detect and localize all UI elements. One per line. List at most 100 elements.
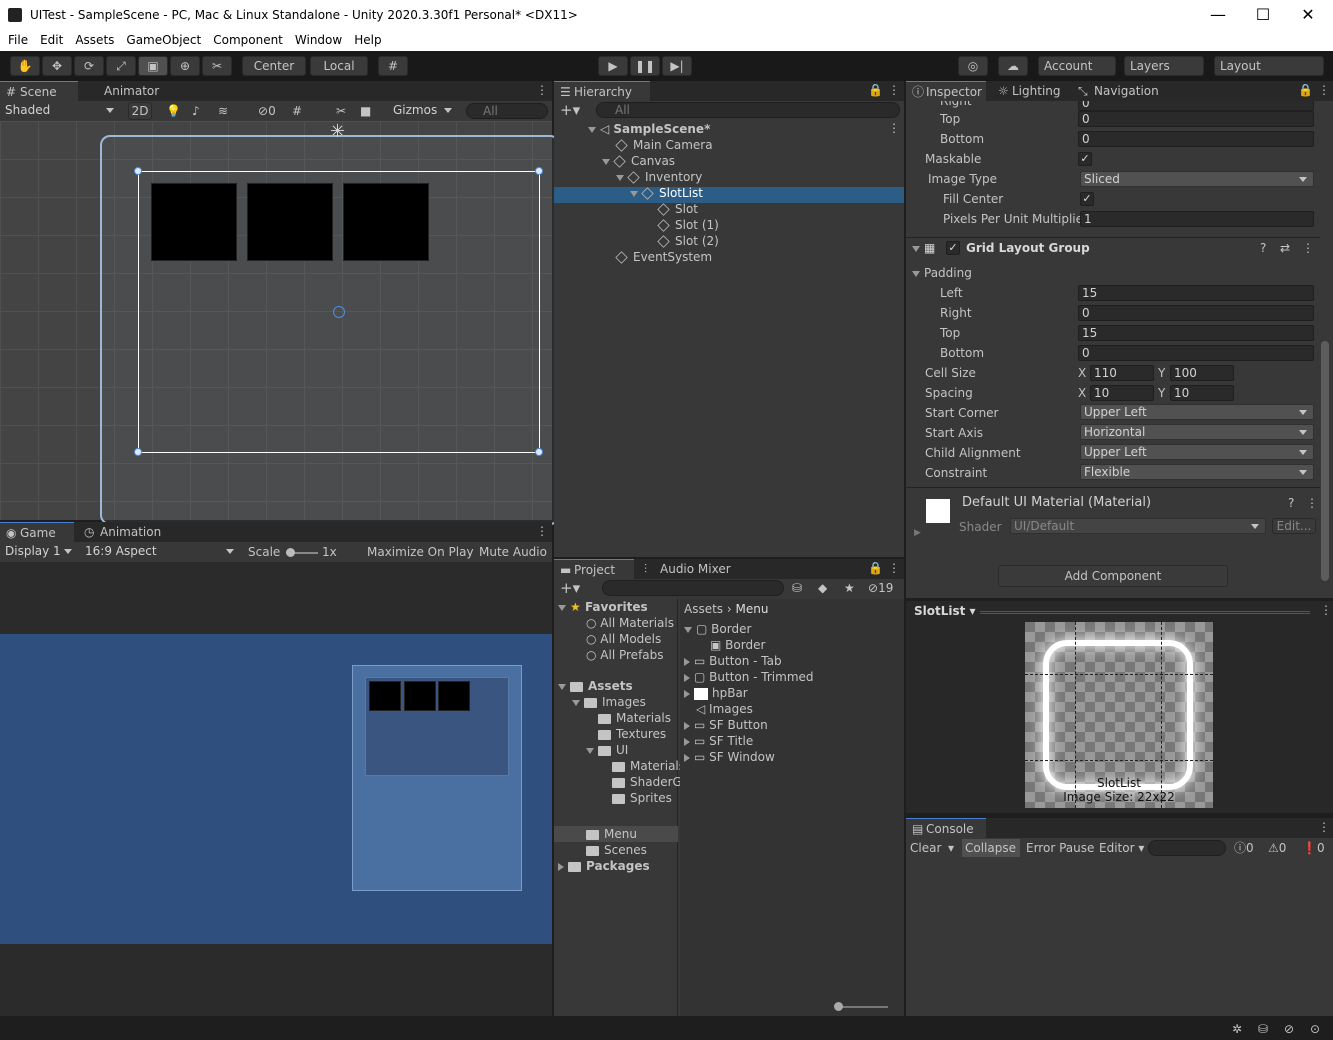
editor-dropdown[interactable]: Editor ▾ [1099, 840, 1144, 856]
file-item[interactable]: ▭ Button - Tab [684, 653, 782, 669]
tree-item[interactable]: Materials [612, 758, 685, 774]
padding-right-field[interactable]: 0 [1078, 305, 1314, 321]
rect-handle[interactable] [535, 167, 543, 175]
tree-item[interactable]: Materials [598, 710, 671, 726]
padding-bottom-field[interactable]: 0 [1078, 345, 1314, 361]
hand-tool-icon[interactable]: ✋ [10, 56, 40, 76]
warning-count-toggle[interactable]: ⚠0 [1268, 840, 1286, 856]
console-collapse-toggle[interactable]: Collapse [965, 840, 1016, 856]
scale-tool-icon[interactable]: ⤢ [106, 56, 136, 76]
border-bottom-field[interactable]: 0 [1078, 131, 1314, 147]
console-search-input[interactable] [1148, 840, 1226, 856]
console-clear-button[interactable]: Clear [910, 840, 941, 856]
breadcrumb-menu[interactable]: Menu [736, 602, 769, 616]
hidden-packages-icon[interactable]: ⊘19 [868, 580, 893, 596]
menu-window[interactable]: Window [287, 31, 346, 47]
start-corner-dropdown[interactable]: Upper Left [1080, 404, 1314, 420]
file-item[interactable]: hpBar [684, 685, 748, 701]
search-by-type-icon[interactable]: ⛁ [792, 580, 802, 596]
tree-item[interactable]: Scenes [586, 842, 647, 858]
info-count-toggle[interactable]: ⓘ0 [1234, 840, 1254, 856]
effects-toggle-icon[interactable]: ≋ [218, 103, 228, 119]
border-right-field[interactable]: 0 [1078, 101, 1314, 111]
tree-item-packages[interactable]: Packages [558, 858, 650, 874]
padding-left-field[interactable]: 15 [1078, 285, 1314, 301]
transform-tool-icon[interactable]: ⊕ [170, 56, 200, 76]
padding-top-field[interactable]: 15 [1078, 325, 1314, 341]
file-item[interactable]: ▣ Border [710, 637, 765, 653]
file-item[interactable]: ▭ SF Window [684, 749, 775, 765]
hierarchy-item-selected[interactable]: SlotList [630, 185, 703, 201]
file-item[interactable]: ◁ Images [696, 701, 753, 717]
maximize-icon[interactable]: ☐ [1253, 5, 1273, 25]
grid-layout-enabled-checkbox[interactable]: ✓ [946, 241, 960, 255]
camera-icon[interactable]: ■ [360, 103, 371, 119]
rect-handle[interactable] [535, 448, 543, 456]
scene-menu-icon[interactable]: ⋮ [536, 83, 548, 97]
hierarchy-item[interactable]: Slot [657, 201, 698, 217]
debug-mode-icon[interactable]: ⊘ [1284, 1021, 1294, 1037]
tab-audio-mixer[interactable]: ⫶ Audio Mixer [640, 559, 740, 579]
mute-audio-toggle[interactable]: Mute Audio [479, 544, 547, 560]
scene-search-input[interactable]: All [466, 103, 548, 119]
audio-toggle-icon[interactable]: ♪ [192, 103, 200, 119]
account-dropdown[interactable]: Account [1038, 56, 1116, 76]
project-menu-icon[interactable]: ⋮ [888, 561, 900, 575]
tree-item-selected[interactable]: Menu [586, 826, 637, 842]
hierarchy-item[interactable]: Inventory [616, 169, 702, 185]
tree-item[interactable]: Images [572, 694, 646, 710]
anchor-icon[interactable]: ✳ [330, 121, 345, 142]
scene-item-menu-icon[interactable]: ⋮ [888, 121, 900, 135]
favorites-header[interactable]: ★ Favorites [558, 599, 648, 615]
bug-report-icon[interactable]: ✲ [1232, 1021, 1242, 1037]
help-icon[interactable]: ? [1260, 240, 1266, 256]
rect-handle[interactable] [134, 167, 142, 175]
grid-toggle-icon[interactable]: # [292, 103, 302, 119]
material-foldout-icon[interactable]: ▶ [914, 525, 921, 541]
tab-hierarchy[interactable]: ☰ Hierarchy [554, 81, 650, 101]
tab-animation[interactable]: ◷ Animation [80, 522, 170, 542]
file-item[interactable]: ▢ Button - Trimmed [684, 669, 814, 685]
lighting-toggle-icon[interactable]: 💡 [166, 103, 181, 119]
shader-dropdown[interactable]: UI/Default [1010, 518, 1266, 534]
preview-menu-icon[interactable]: ⋮ [1320, 603, 1332, 617]
rotate-tool-icon[interactable]: ⟳ [74, 56, 104, 76]
add-component-button[interactable]: Add Component [998, 565, 1228, 587]
error-count-toggle[interactable]: ❗0 [1302, 840, 1325, 856]
start-axis-dropdown[interactable]: Horizontal [1080, 424, 1314, 440]
tree-item[interactable]: Sprites [612, 790, 672, 806]
hierarchy-item[interactable]: Slot (2) [657, 233, 719, 249]
file-item[interactable]: ▢ Border [684, 621, 751, 637]
menu-edit[interactable]: Edit [32, 31, 67, 47]
pivot-icon[interactable] [333, 306, 345, 318]
child-alignment-dropdown[interactable]: Upper Left [1080, 444, 1314, 460]
hierarchy-item[interactable]: Canvas [602, 153, 675, 169]
tab-animator[interactable]: Animator [84, 81, 174, 101]
rect-handle[interactable] [134, 448, 142, 456]
padding-foldout[interactable]: Padding [912, 265, 972, 281]
cloud-icon[interactable]: ☁ [998, 56, 1028, 76]
game-viewport[interactable] [0, 562, 552, 1016]
grid-snap-icon[interactable]: # [378, 56, 408, 76]
console-menu-icon[interactable]: ⋮ [1318, 820, 1330, 834]
tree-item-assets[interactable]: Assets [558, 678, 633, 694]
menu-help[interactable]: Help [346, 31, 385, 47]
hierarchy-search-input[interactable]: All [596, 102, 900, 118]
hierarchy-item[interactable]: Main Camera [615, 137, 713, 153]
menu-file[interactable]: File [0, 31, 32, 47]
constraint-dropdown[interactable]: Flexible [1080, 464, 1314, 480]
spacing-x-field[interactable]: 10 [1090, 385, 1154, 401]
material-help-icon[interactable]: ? [1288, 495, 1294, 511]
gizmos-dropdown[interactable]: Gizmos [390, 103, 458, 119]
tools-icon[interactable]: ✂ [336, 103, 346, 119]
tab-inspector[interactable]: ⓘ Inspector [906, 81, 986, 101]
pause-button[interactable]: ❚❚ [630, 56, 660, 76]
hierarchy-scene-item[interactable]: ◁ SampleScene* [588, 121, 710, 137]
breadcrumb-assets[interactable]: Assets [684, 602, 723, 616]
cell-size-x-field[interactable]: 110 [1090, 365, 1154, 381]
hidden-objects-icon[interactable]: ⊘0 [258, 103, 276, 119]
favorites-star-icon[interactable]: ★ [844, 580, 855, 596]
pivot-local-button[interactable]: Local [310, 56, 368, 76]
tree-item[interactable]: UI [586, 742, 628, 758]
layout-dropdown[interactable]: Layout [1214, 56, 1324, 76]
